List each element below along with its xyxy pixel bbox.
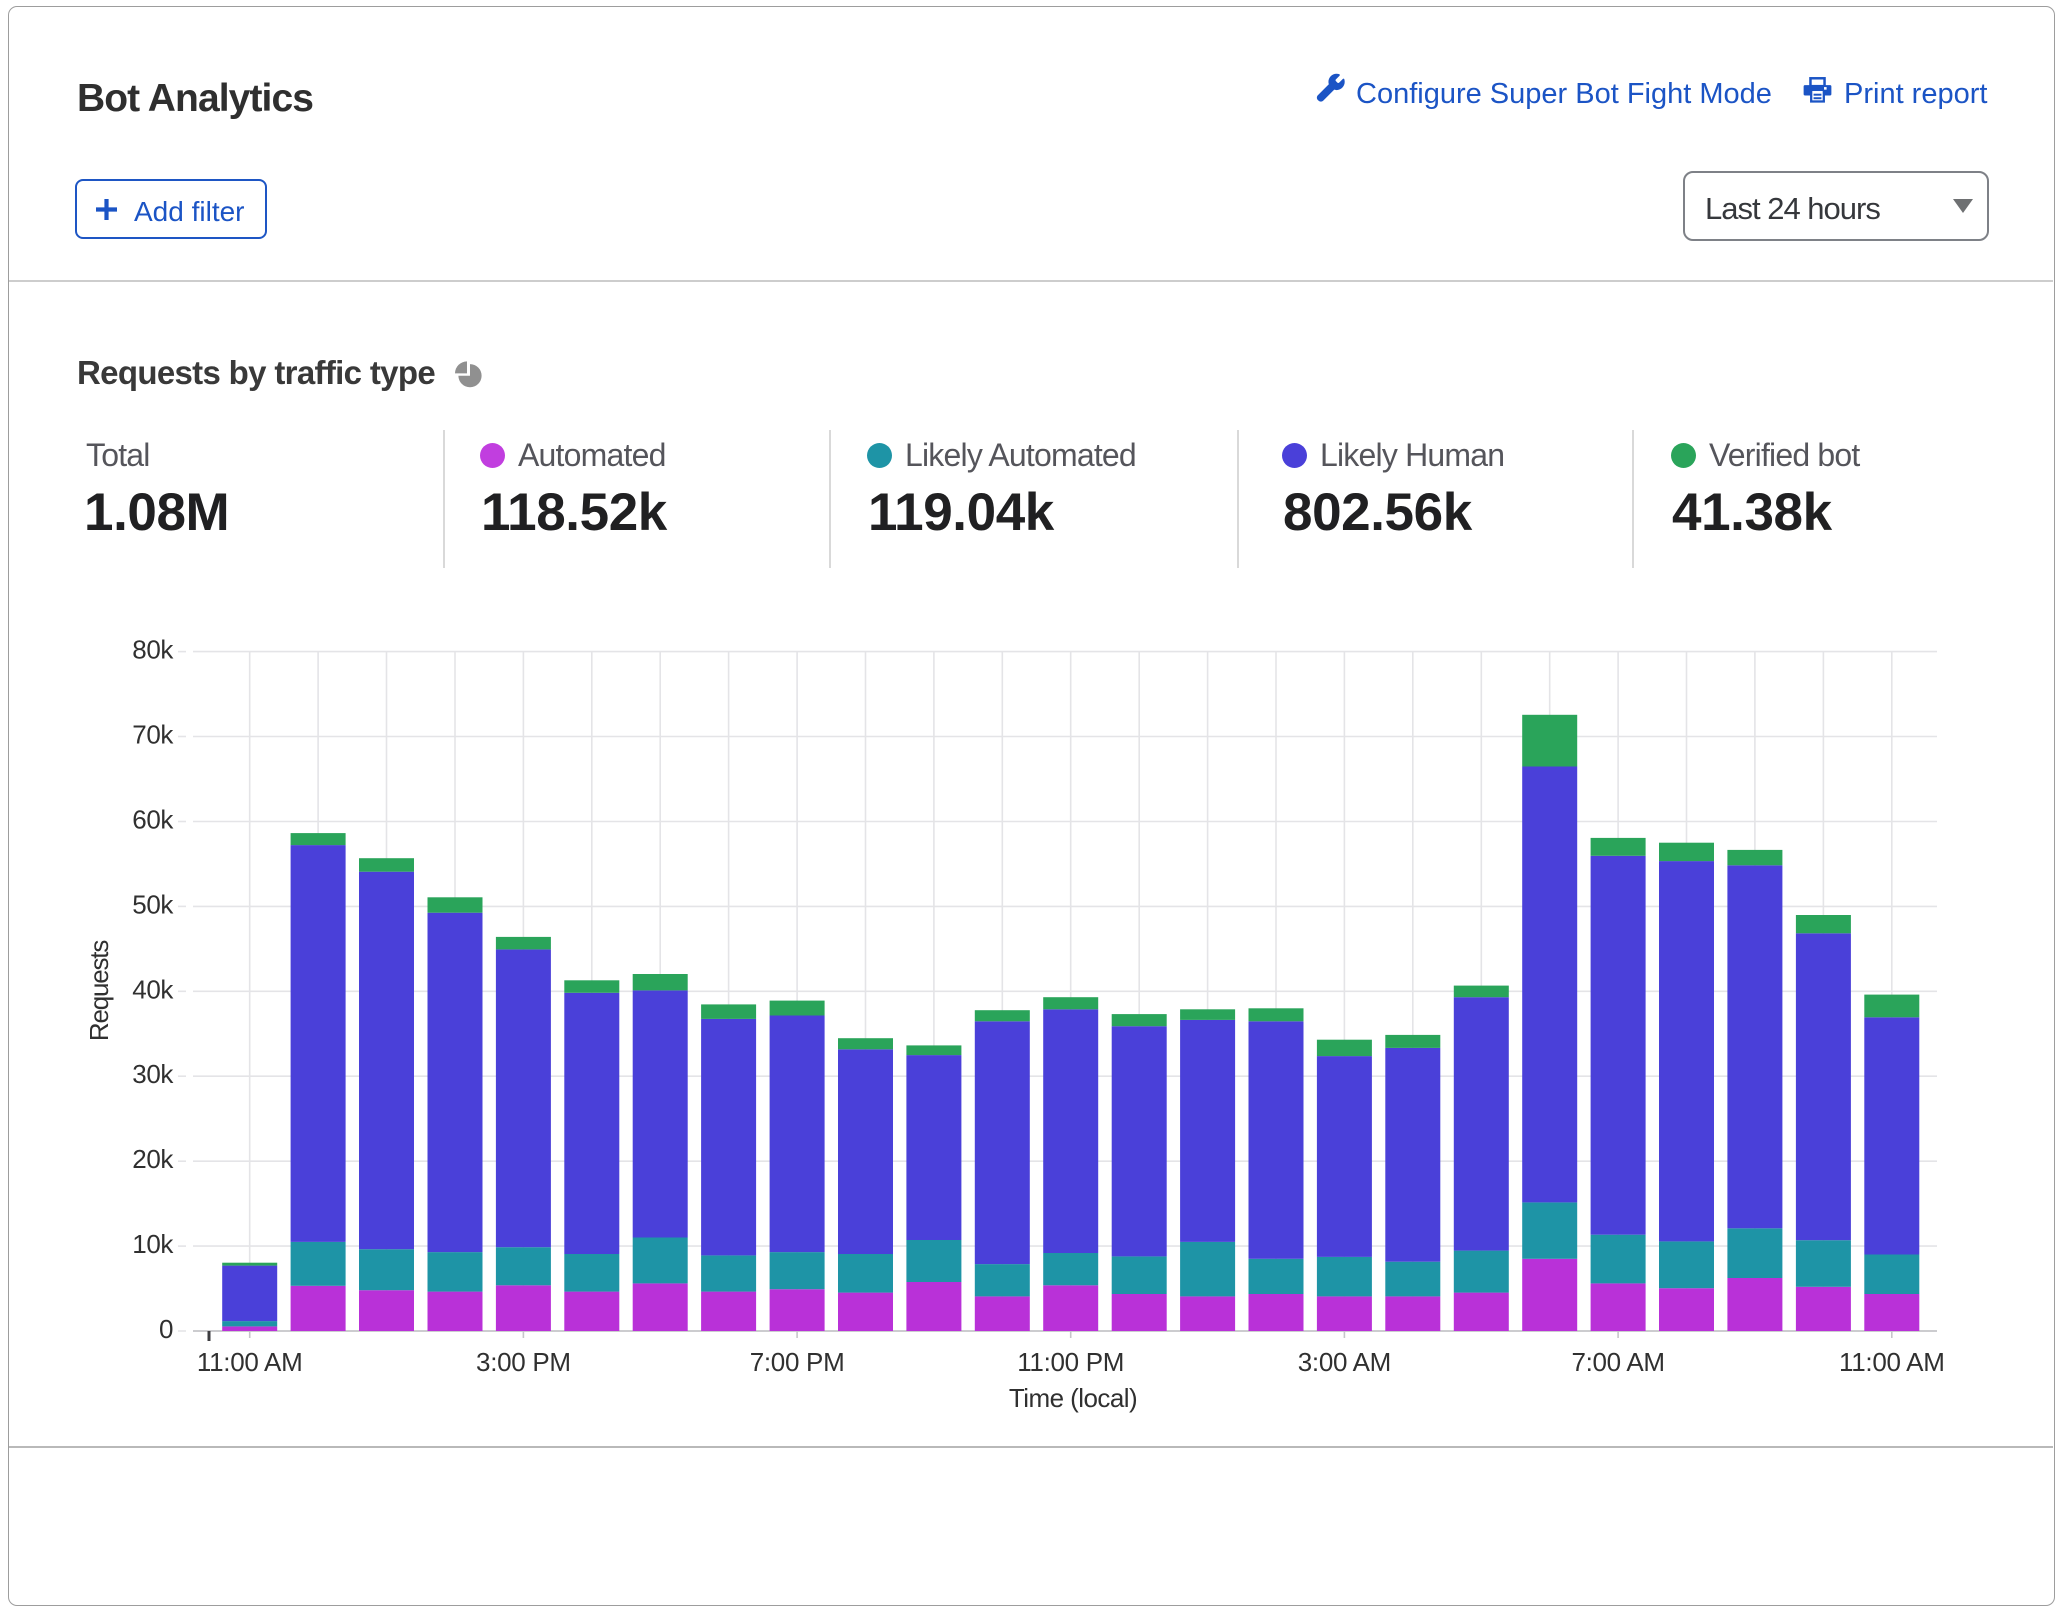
svg-text:11:00 AM: 11:00 AM — [1839, 1347, 1945, 1377]
svg-text:0: 0 — [159, 1314, 173, 1344]
svg-text:7:00 AM: 7:00 AM — [1571, 1347, 1664, 1377]
svg-text:3:00 AM: 3:00 AM — [1298, 1347, 1391, 1377]
svg-text:30k: 30k — [132, 1059, 174, 1089]
svg-text:80k: 80k — [132, 635, 174, 665]
svg-text:50k: 50k — [132, 889, 174, 919]
svg-text:7:00 PM: 7:00 PM — [750, 1347, 845, 1377]
svg-text:11:00 AM: 11:00 AM — [197, 1347, 303, 1377]
svg-text:Time (local): Time (local) — [1009, 1383, 1137, 1413]
svg-text:Requests: Requests — [84, 940, 114, 1041]
svg-text:60k: 60k — [132, 805, 174, 835]
svg-text:10k: 10k — [132, 1229, 174, 1259]
svg-text:70k: 70k — [132, 720, 174, 750]
svg-text:3:00 PM: 3:00 PM — [476, 1347, 571, 1377]
svg-text:11:00 PM: 11:00 PM — [1017, 1347, 1124, 1377]
svg-text:20k: 20k — [132, 1144, 174, 1174]
svg-text:40k: 40k — [132, 974, 174, 1004]
